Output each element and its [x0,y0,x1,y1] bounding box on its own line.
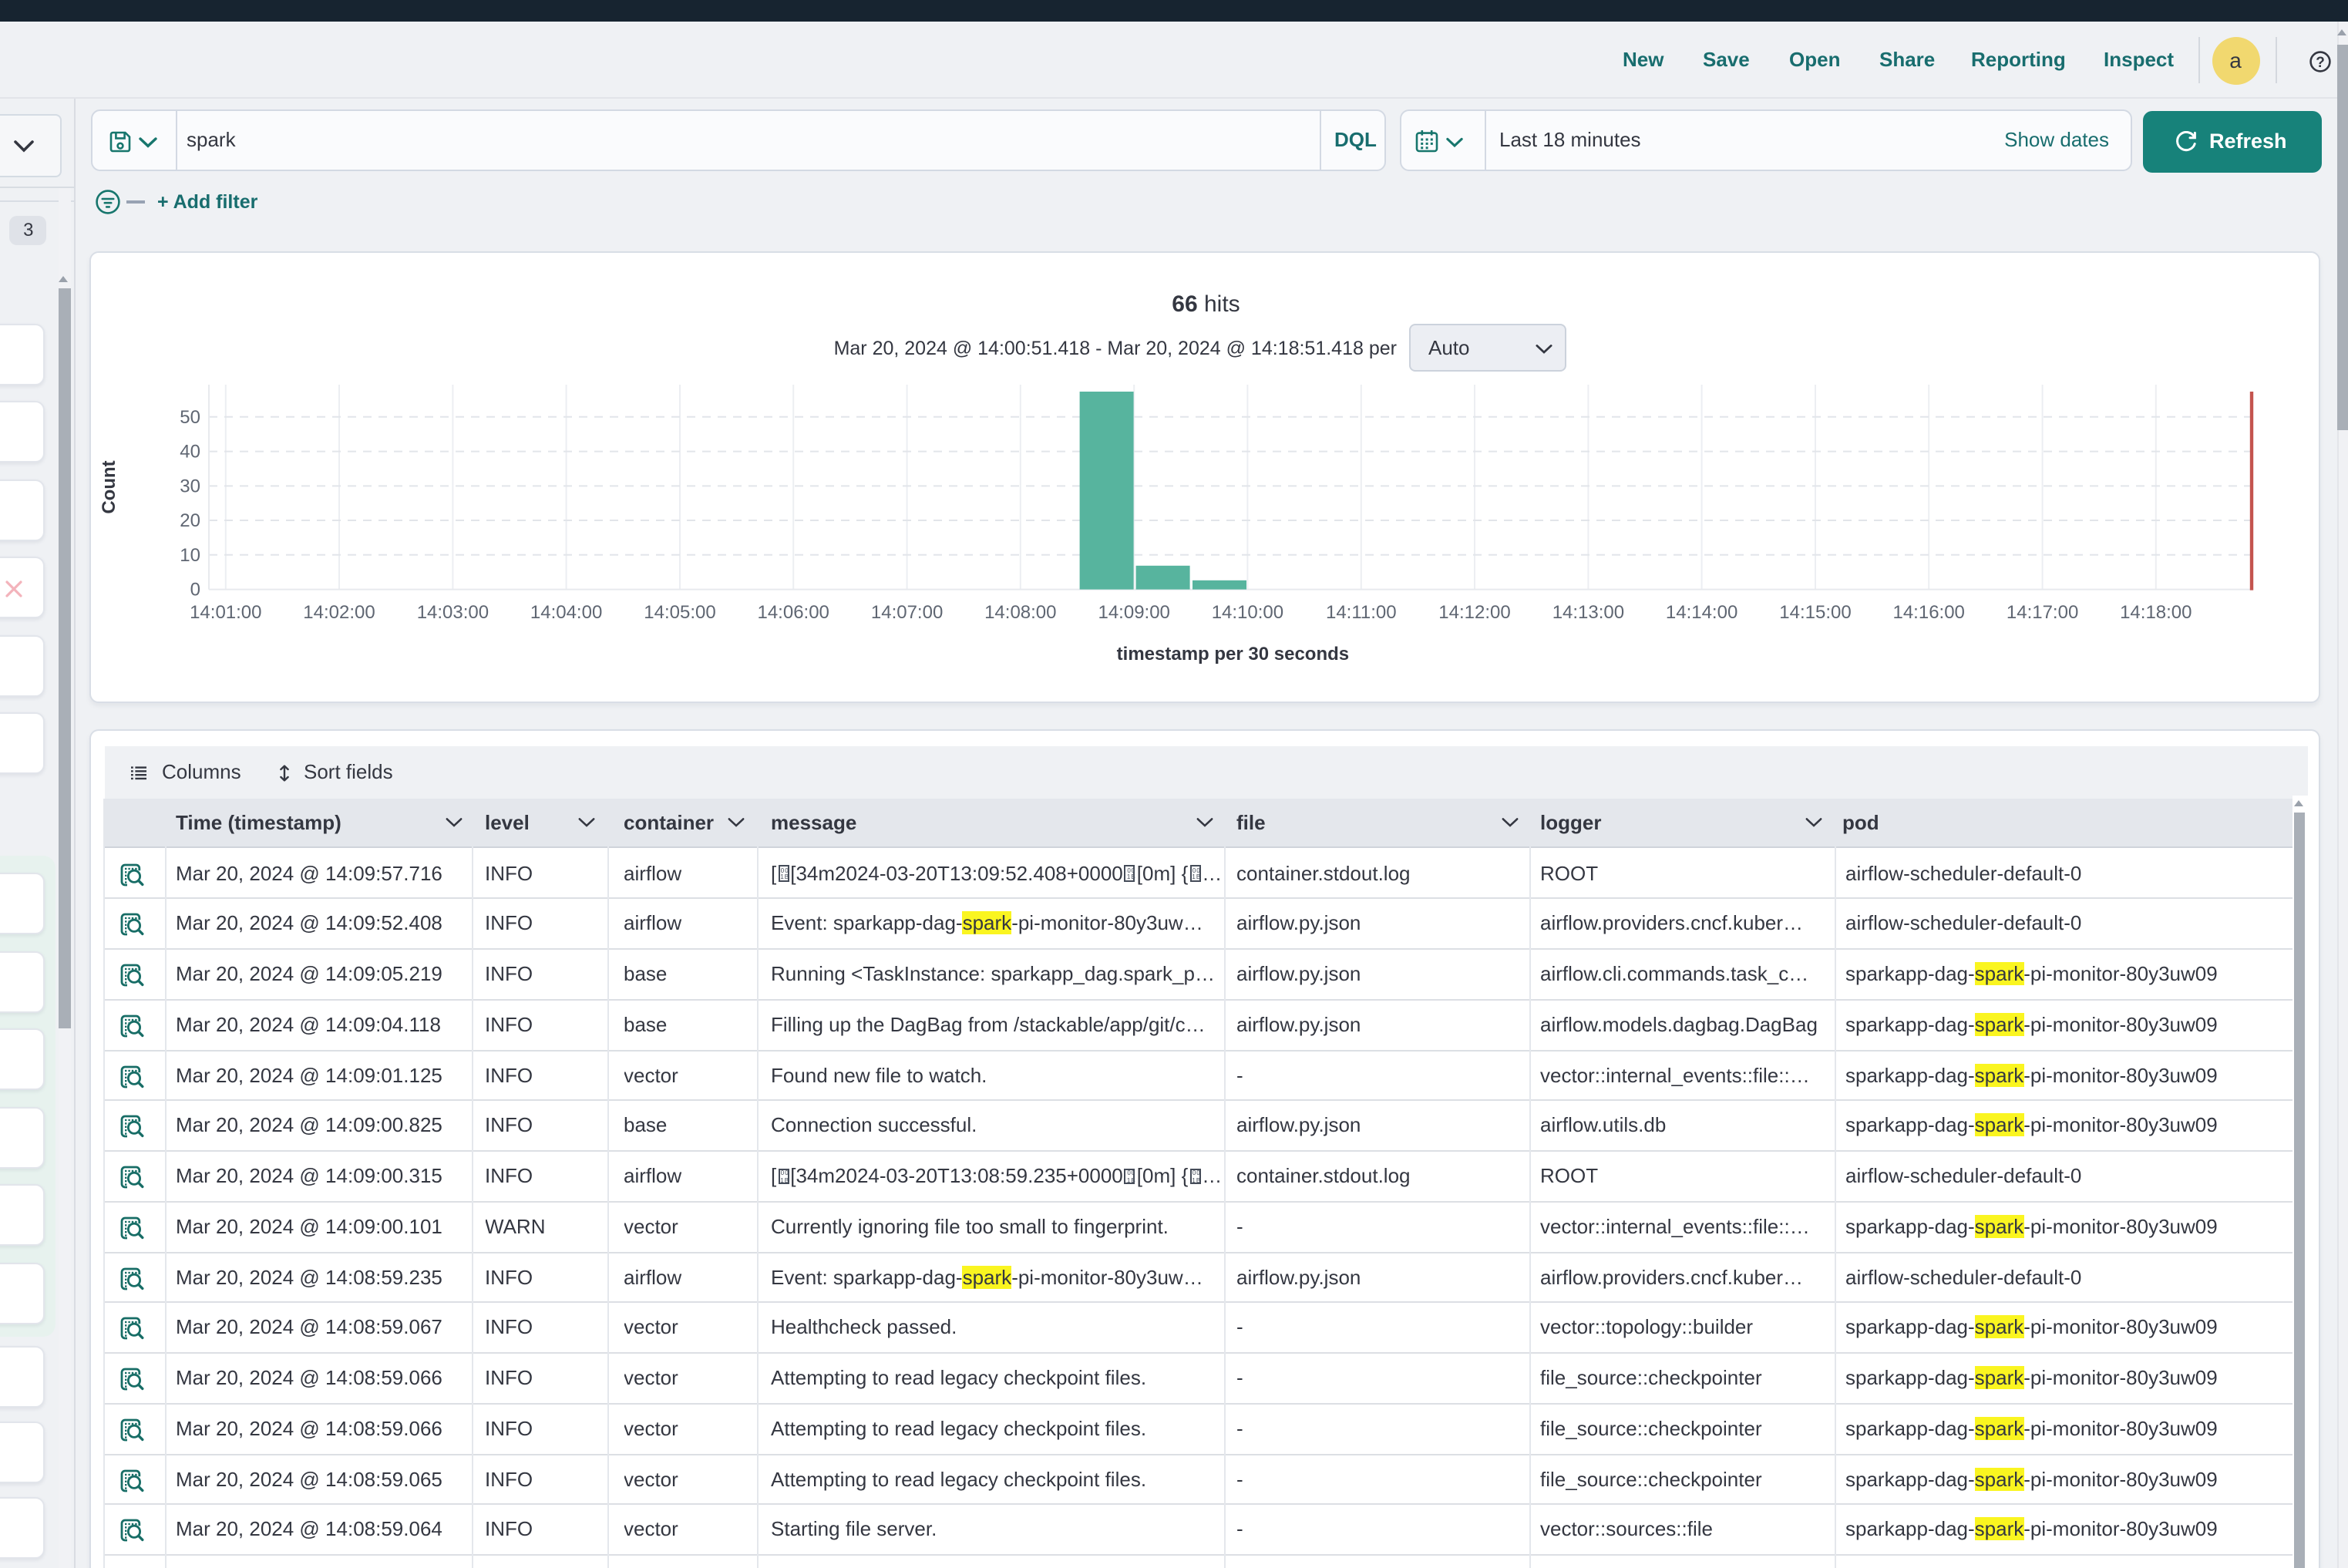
svg-text:Count: Count [99,460,119,513]
svg-text:14:02:00: 14:02:00 [303,602,375,623]
svg-text:14:15:00: 14:15:00 [1779,602,1851,623]
svg-text:14:01:00: 14:01:00 [190,602,261,623]
svg-text:14:17:00: 14:17:00 [2007,602,2078,623]
svg-text:?: ? [2315,54,2324,70]
svg-text:14:10:00: 14:10:00 [1212,602,1283,623]
svg-text:14:11:00: 14:11:00 [1326,602,1397,623]
svg-text:timestamp per 30 seconds: timestamp per 30 seconds [1117,644,1349,665]
svg-text:14:14:00: 14:14:00 [1666,602,1737,623]
svg-text:10: 10 [180,545,200,566]
svg-text:30: 30 [180,476,200,496]
svg-text:14:13:00: 14:13:00 [1552,602,1624,623]
svg-text:40: 40 [180,442,200,463]
svg-text:14:09:00: 14:09:00 [1098,602,1169,623]
svg-text:50: 50 [180,407,200,428]
svg-text:14:18:00: 14:18:00 [2120,602,2192,623]
svg-text:14:06:00: 14:06:00 [757,602,829,623]
svg-text:14:04:00: 14:04:00 [530,602,602,623]
svg-text:14:16:00: 14:16:00 [1892,602,1964,623]
svg-text:0: 0 [190,580,200,601]
svg-text:14:05:00: 14:05:00 [644,602,715,623]
svg-text:20: 20 [180,510,200,531]
svg-text:14:12:00: 14:12:00 [1438,602,1510,623]
svg-text:14:08:00: 14:08:00 [984,602,1056,623]
svg-text:14:07:00: 14:07:00 [871,602,943,623]
svg-text:14:03:00: 14:03:00 [417,602,489,623]
